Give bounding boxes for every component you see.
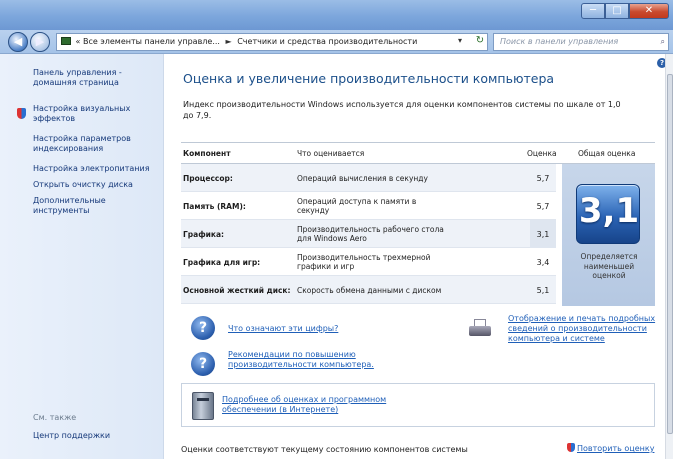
- back-button[interactable]: ◀: [8, 32, 28, 52]
- table-header: Компонент Что оценивается Оценка Общая о…: [181, 142, 655, 164]
- row-component: Графика для игр:: [183, 257, 261, 267]
- row-what: Скорость обмена данными с диском: [297, 285, 442, 295]
- address-dropdown-icon[interactable]: ▾: [458, 33, 462, 49]
- tips-link[interactable]: Рекомендации по повышению производительн…: [228, 350, 388, 370]
- breadcrumb-separator-icon[interactable]: ►: [226, 37, 232, 46]
- computer-icon: [192, 392, 214, 420]
- sidebar-item-disk-cleanup[interactable]: Открыть очистку диска: [33, 180, 158, 190]
- scrollbar-thumb[interactable]: [667, 74, 673, 434]
- sidebar-item-power[interactable]: Настройка электропитания: [33, 164, 158, 174]
- sidebar: Панель управления - домашняя страница На…: [0, 54, 164, 459]
- search-icon[interactable]: ⌕: [661, 34, 665, 50]
- printer-icon[interactable]: [467, 318, 493, 340]
- row-what: Операций вычисления в секунду: [297, 173, 428, 183]
- forward-button[interactable]: ▶: [30, 32, 50, 52]
- header-score: Оценка: [527, 149, 557, 158]
- breadcrumb-item-performance[interactable]: Счетчики и средства производительности: [237, 37, 417, 46]
- header-what: Что оценивается: [297, 149, 365, 158]
- status-footer: Оценки соответствуют текущему состоянию …: [181, 445, 468, 454]
- row-score: 5,7: [536, 201, 550, 211]
- overall-score-caption: Определяется наименьшей оценкой: [580, 252, 638, 280]
- search-input[interactable]: Поиск в панели управления ⌕: [493, 33, 669, 51]
- overall-score-panel: 3,1 Определяется наименьшей оценкой: [561, 164, 655, 306]
- window-controls: ─ □ ✕: [581, 3, 669, 19]
- rerun-assessment-link[interactable]: Повторить оценку: [567, 443, 654, 453]
- uac-shield-icon: [567, 443, 575, 452]
- help-question-icon[interactable]: ?: [191, 316, 215, 340]
- row-score-lowest: 3,1: [530, 220, 556, 248]
- score-table: Компонент Что оценивается Оценка Общая о…: [181, 142, 655, 306]
- search-placeholder: Поиск в панели управления: [500, 37, 619, 46]
- overall-score-value: 3,1: [578, 191, 640, 231]
- row-score: 5,7: [536, 173, 550, 183]
- page-description: Индекс производительности Windows исполь…: [183, 100, 621, 120]
- vertical-scrollbar[interactable]: [665, 54, 673, 459]
- close-button[interactable]: ✕: [629, 3, 669, 19]
- row-component: Основной жесткий диск:: [183, 285, 291, 295]
- sidebar-item-action-center[interactable]: Центр поддержки: [33, 431, 110, 441]
- row-what: Производительность трехмерной графики и …: [297, 253, 431, 271]
- minimize-button[interactable]: ─: [581, 3, 605, 19]
- see-also-heading: См. также: [33, 413, 77, 422]
- sidebar-item-home[interactable]: Панель управления - домашняя страница: [33, 68, 153, 88]
- address-toolbar: ◀ ▶ « Все элементы панели управле... ► С…: [0, 30, 673, 54]
- row-component: Процессор:: [183, 173, 233, 183]
- breadcrumb[interactable]: « Все элементы панели управле... ► Счетч…: [56, 33, 488, 51]
- print-details-link[interactable]: Отображение и печать подробных сведений …: [508, 314, 658, 344]
- row-what: Операций доступа к памяти в секунду: [297, 197, 417, 215]
- table-row: Графика для игр: Производительность трех…: [181, 248, 556, 276]
- window-titlebar[interactable]: ─ □ ✕: [0, 0, 673, 30]
- online-info-box: Подробнее об оценках и программном обесп…: [181, 383, 655, 427]
- table-row: Процессор: Операций вычисления в секунду…: [181, 164, 556, 192]
- row-score: 3,4: [536, 257, 550, 267]
- tips-question-icon[interactable]: ?: [191, 352, 215, 376]
- breadcrumb-prefix[interactable]: «: [76, 37, 81, 46]
- row-component: Графика:: [183, 229, 225, 239]
- row-score: 5,1: [536, 285, 550, 295]
- table-row: Основной жесткий диск: Скорость обмена д…: [181, 276, 556, 304]
- row-component: Память (RAM):: [183, 201, 246, 211]
- table-row: Память (RAM): Операций доступа к памяти …: [181, 192, 556, 220]
- table-row: Графика: Производительность рабочего сто…: [181, 220, 556, 248]
- refresh-button[interactable]: ↻: [472, 33, 488, 51]
- online-info-link[interactable]: Подробнее об оценках и программном обесп…: [222, 395, 402, 415]
- header-overall: Общая оценка: [578, 149, 636, 158]
- main-content: ? Оценка и увеличение производительности…: [165, 54, 667, 459]
- header-component: Компонент: [183, 149, 231, 158]
- sidebar-item-advanced-tools[interactable]: Дополнительные инструменты: [33, 196, 143, 216]
- what-numbers-link[interactable]: Что означают эти цифры?: [228, 324, 338, 334]
- rerun-label[interactable]: Повторить оценку: [577, 444, 654, 453]
- uac-shield-icon: [17, 108, 26, 119]
- page-title: Оценка и увеличение производительности к…: [183, 71, 555, 86]
- row-what: Производительность рабочего стола для Wi…: [297, 225, 444, 243]
- sidebar-item-visual-effects[interactable]: Настройка визуальных эффектов: [33, 104, 143, 124]
- breadcrumb-item-all[interactable]: Все элементы панели управле...: [83, 37, 220, 46]
- sidebar-item-indexing[interactable]: Настройка параметров индексирования: [33, 134, 148, 154]
- maximize-button[interactable]: □: [605, 3, 629, 19]
- overall-score-badge: 3,1: [576, 184, 640, 244]
- control-panel-icon: [61, 37, 71, 45]
